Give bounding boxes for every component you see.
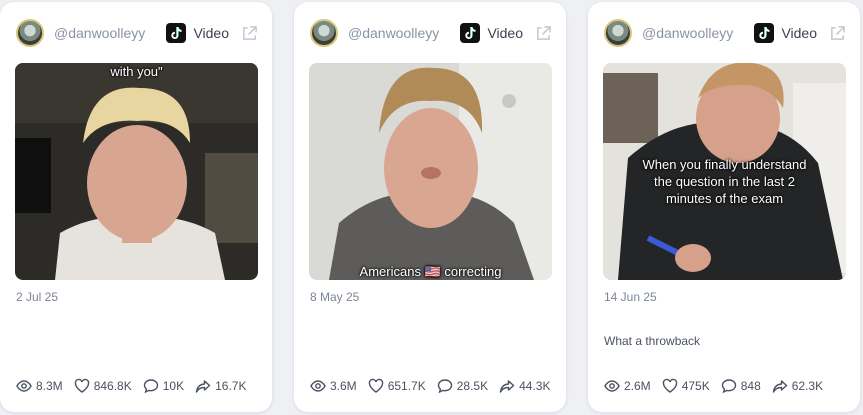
video-caption: with you" xyxy=(110,64,163,79)
post-date: 14 Jun 25 xyxy=(604,290,657,304)
comments-count: 28.5K xyxy=(456,379,489,393)
avatar[interactable] xyxy=(16,19,44,47)
views-count: 3.6M xyxy=(330,379,357,393)
likes-stat: 475K xyxy=(662,378,710,394)
comments-stat: 28.5K xyxy=(437,378,488,394)
comments-stat: 10K xyxy=(143,378,184,394)
heart-icon xyxy=(368,378,383,393)
tiktok-icon xyxy=(166,23,187,43)
avatar[interactable] xyxy=(604,19,632,47)
video-thumbnail[interactable]: When you finally understand the question… xyxy=(603,63,846,280)
video-thumbnail[interactable]: Americans 🇺🇸 correcting xyxy=(309,63,552,280)
likes-count: 846.8K xyxy=(93,379,132,393)
tiktok-icon xyxy=(754,23,775,43)
shares-stat: 62.3K xyxy=(772,378,823,394)
shares-stat: 16.7K xyxy=(195,378,246,394)
heart-icon xyxy=(74,378,89,393)
creator-handle[interactable]: @danwoolleyy xyxy=(642,25,754,41)
eye-icon xyxy=(310,380,326,392)
comments-count: 848 xyxy=(740,379,761,393)
comment-icon xyxy=(437,379,452,394)
views-stat: 2.6M xyxy=(604,378,651,394)
post-description: What a throwback xyxy=(604,334,701,348)
share-icon xyxy=(772,380,787,393)
likes-count: 651.7K xyxy=(387,379,426,393)
comment-icon xyxy=(721,379,736,394)
shares-count: 16.7K xyxy=(215,379,247,393)
post-type-label: Video xyxy=(781,25,817,41)
shares-stat: 44.3K xyxy=(499,378,550,394)
creator-handle[interactable]: @danwoolleyy xyxy=(348,25,460,41)
tiktok-icon xyxy=(460,23,481,43)
heart-icon xyxy=(662,378,677,393)
post-date: 8 May 25 xyxy=(310,290,360,304)
post-card[interactable]: @danwoolleyy Video Americans 🇺🇸 correcti… xyxy=(294,2,566,412)
engagement-stats: 8.3M 846.8K 10K 16.7K xyxy=(16,378,257,394)
video-caption: Americans 🇺🇸 correcting xyxy=(359,264,502,279)
external-link-icon[interactable] xyxy=(241,25,258,42)
views-stat: 3.6M xyxy=(310,378,357,394)
comments-stat: 848 xyxy=(721,378,761,394)
post-type-label: Video xyxy=(193,25,229,41)
comments-count: 10K xyxy=(162,379,185,393)
views-stat: 8.3M xyxy=(16,378,63,394)
post-date: 2 Jul 25 xyxy=(16,290,59,304)
card-header: @danwoolleyy Video xyxy=(16,18,258,48)
post-card[interactable]: @danwoolleyy Video with you" 2 Jul 25 8.… xyxy=(0,2,272,412)
video-caption: When you finally understand the question… xyxy=(642,157,807,206)
card-header: @danwoolleyy Video xyxy=(310,18,552,48)
post-card[interactable]: @danwoolleyy Video When you finally unde… xyxy=(588,2,860,412)
creator-handle[interactable]: @danwoolleyy xyxy=(54,25,166,41)
share-icon xyxy=(195,380,211,393)
views-count: 2.6M xyxy=(624,379,651,393)
post-type-label: Video xyxy=(487,25,523,41)
engagement-stats: 2.6M 475K 848 62.3K xyxy=(604,378,834,394)
external-link-icon[interactable] xyxy=(535,25,552,42)
video-thumbnail[interactable]: with you" xyxy=(15,63,258,280)
shares-count: 62.3K xyxy=(791,379,824,393)
views-count: 8.3M xyxy=(36,379,63,393)
avatar[interactable] xyxy=(310,19,338,47)
engagement-stats: 3.6M 651.7K 28.5K 44.3K xyxy=(310,378,561,394)
share-icon xyxy=(499,380,515,393)
likes-stat: 651.7K xyxy=(368,378,426,394)
comment-icon xyxy=(143,379,158,394)
eye-icon xyxy=(604,380,620,392)
likes-stat: 846.8K xyxy=(74,378,132,394)
card-header: @danwoolleyy Video xyxy=(604,18,846,48)
shares-count: 44.3K xyxy=(519,379,551,393)
likes-count: 475K xyxy=(681,379,710,393)
external-link-icon[interactable] xyxy=(829,25,846,42)
eye-icon xyxy=(16,380,32,392)
